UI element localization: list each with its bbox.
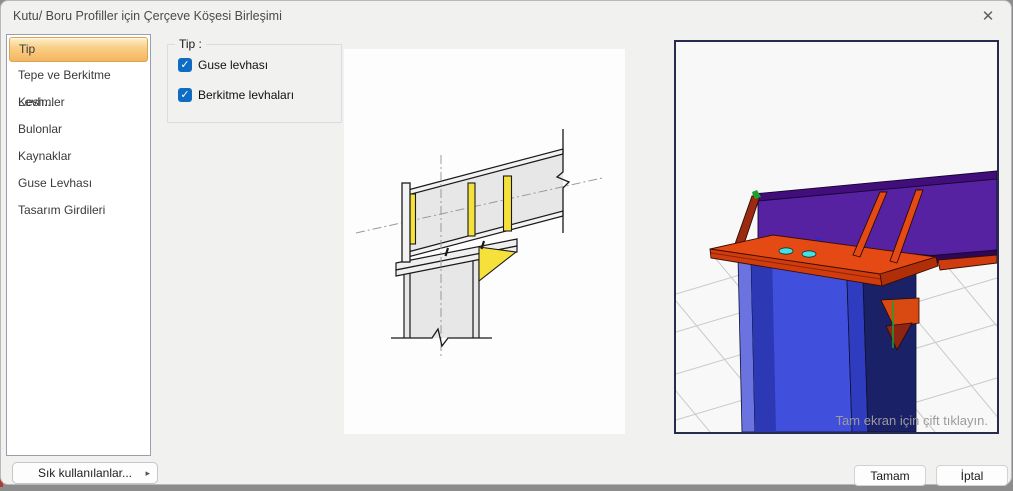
sidebar-item-tasarim-girdileri[interactable]: Tasarım Girdileri xyxy=(9,197,148,224)
beam-end-plate xyxy=(402,183,410,262)
tip-group: Tip : ✓ Guse levhası ✓ Berkitme levhalar… xyxy=(167,37,342,123)
cancel-button[interactable]: İptal xyxy=(936,465,1008,486)
sidebar-item-kaynaklar[interactable]: Kaynaklar xyxy=(9,143,148,170)
sidebar: Tip Tepe ve Berkitme Levh... Kesimler Bu… xyxy=(6,34,151,456)
checkbox-label-berkitme-levhalari: Berkitme levhaları xyxy=(198,88,294,102)
preview-3d-viewport[interactable]: Tam ekran için çift tıklayın. xyxy=(674,40,999,434)
connection-2d-drawing xyxy=(344,49,625,434)
favorites-label: Sık kullanılanlar... xyxy=(38,466,132,480)
checkbox-checked-icon[interactable]: ✓ xyxy=(178,88,192,102)
stiffener-bar-2 xyxy=(468,183,475,236)
close-icon[interactable]: ✕ xyxy=(978,7,998,27)
ok-button[interactable]: Tamam xyxy=(854,465,926,486)
dialog-title: Kutu/ Boru Profiller için Çerçeve Köşesi… xyxy=(13,9,282,23)
checkbox-row-guse-levhasi[interactable]: ✓ Guse levhası xyxy=(178,58,341,72)
2d-drawing-svg xyxy=(344,49,625,434)
sidebar-item-guse-levhasi[interactable]: Guse Levhası xyxy=(9,170,148,197)
titlebar[interactable]: Kutu/ Boru Profiller için Çerçeve Köşesi… xyxy=(1,1,1011,32)
chevron-right-icon: ▸ xyxy=(145,469,150,478)
sidebar-item-tip[interactable]: Tip xyxy=(9,37,148,62)
tip-group-legend: Tip : xyxy=(175,37,206,51)
checkbox-row-berkitme-levhalari[interactable]: ✓ Berkitme levhaları xyxy=(178,88,341,102)
sidebar-item-bulonlar[interactable]: Bulonlar xyxy=(9,116,148,143)
gusset-triangle xyxy=(479,247,516,281)
beam-web xyxy=(404,154,563,253)
desktop-background: Kutu/ Boru Profiller için Çerçeve Köşesi… xyxy=(0,0,1013,491)
fullscreen-hint: Tam ekran için çift tıklayın. xyxy=(836,413,988,428)
3d-render-svg xyxy=(676,42,997,432)
sidebar-item-tepe-ve-berkitme[interactable]: Tepe ve Berkitme Levh... xyxy=(9,62,148,89)
checkbox-label-guse-levhasi: Guse levhası xyxy=(198,58,268,72)
sidebar-item-kesimler[interactable]: Kesimler xyxy=(9,89,148,116)
favorites-button[interactable]: Sık kullanılanlar... ▸ xyxy=(12,462,158,484)
dialog-frame-corner-connection: Kutu/ Boru Profiller için Çerçeve Köşesi… xyxy=(0,0,1012,485)
stiffener-bar-3 xyxy=(504,176,512,231)
checkbox-checked-icon[interactable]: ✓ xyxy=(178,58,192,72)
